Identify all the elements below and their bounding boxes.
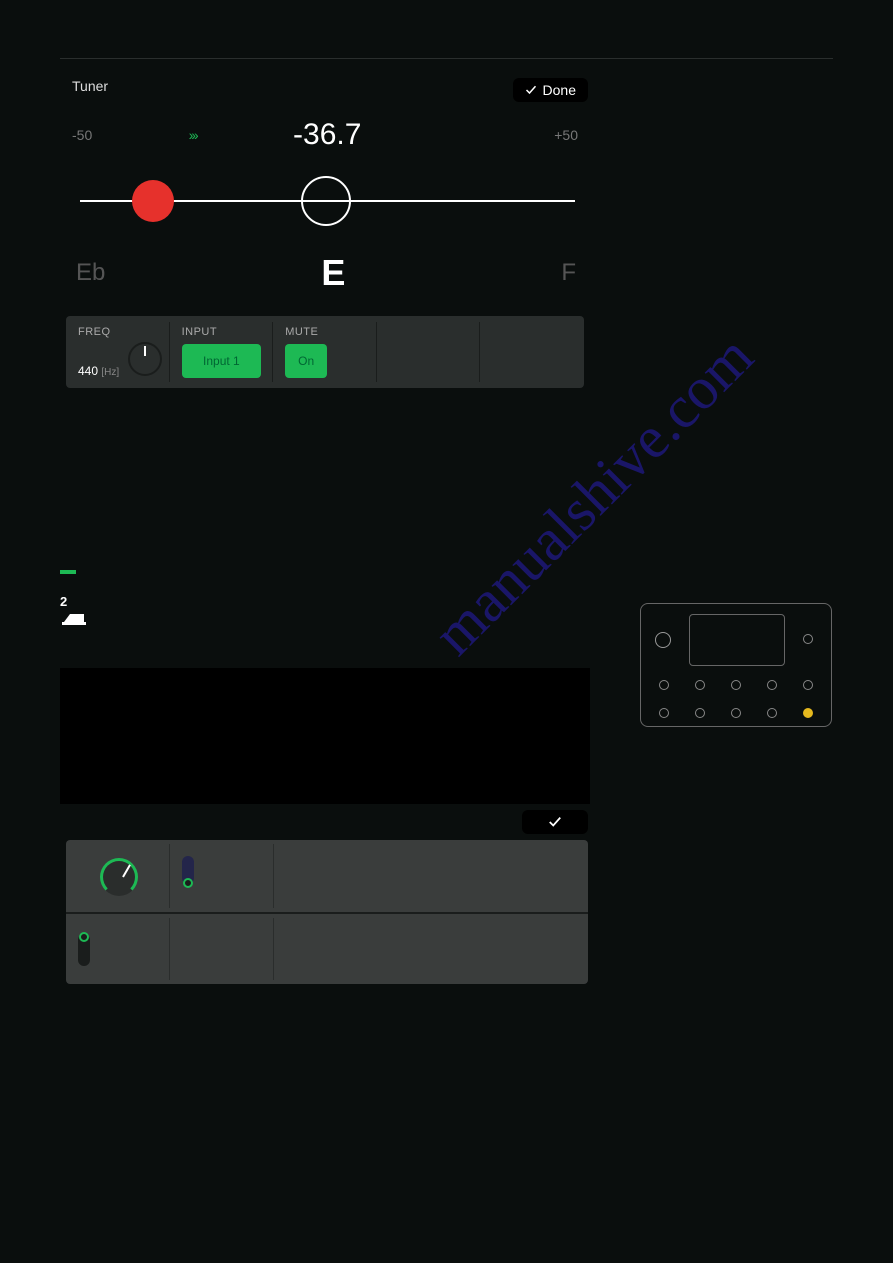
device-footswitch-6 bbox=[659, 708, 669, 718]
tuner-center-marker bbox=[301, 176, 351, 226]
controls-panel: FREQ 440 [Hz] INPUT Input 1 MUTE On bbox=[66, 316, 584, 388]
input-control[interactable]: INPUT Input 1 bbox=[170, 316, 274, 388]
divider bbox=[60, 58, 833, 59]
freq-label: FREQ bbox=[78, 326, 158, 338]
device-footswitch-3 bbox=[731, 680, 741, 690]
freq-value: 440 bbox=[78, 364, 98, 378]
done-button[interactable]: Done bbox=[513, 78, 588, 102]
cents-value: -36.7 bbox=[293, 118, 361, 152]
note-next: F bbox=[561, 259, 576, 287]
cents-max: +50 bbox=[554, 127, 578, 143]
cents-min: -50 bbox=[72, 127, 92, 143]
freq-control[interactable]: FREQ 440 [Hz] bbox=[66, 316, 170, 388]
freq-knob-icon[interactable] bbox=[128, 342, 162, 376]
device-footswitch-1 bbox=[659, 680, 669, 690]
device-main-knob bbox=[655, 632, 671, 648]
section-marker bbox=[60, 570, 76, 574]
slider-icon[interactable] bbox=[182, 856, 194, 884]
done-label: Done bbox=[543, 82, 576, 98]
lower-empty-slot bbox=[170, 914, 274, 984]
device-footswitch-5 bbox=[803, 680, 813, 690]
check-icon bbox=[525, 84, 537, 96]
tuner-needle bbox=[132, 180, 174, 222]
device-footswitch-9 bbox=[767, 708, 777, 718]
note-prev: Eb bbox=[76, 259, 105, 287]
device-button bbox=[803, 634, 813, 644]
direction-indicator-icon: ››› bbox=[189, 127, 197, 143]
lower-screen bbox=[60, 668, 590, 804]
input-label: INPUT bbox=[182, 326, 262, 338]
check-icon bbox=[548, 815, 562, 829]
device-footswitch-10-active bbox=[803, 708, 813, 718]
mute-control[interactable]: MUTE On bbox=[273, 316, 377, 388]
note-row: Eb E F bbox=[76, 252, 576, 294]
device-footswitch-8 bbox=[731, 708, 741, 718]
lower-done-button[interactable] bbox=[522, 810, 588, 834]
slider-icon[interactable] bbox=[78, 934, 90, 966]
lower-knob-slot[interactable] bbox=[66, 840, 170, 912]
footswitch-icon bbox=[62, 608, 86, 626]
lower-controls-panel bbox=[66, 840, 588, 984]
device-footswitch-4 bbox=[767, 680, 777, 690]
mute-button[interactable]: On bbox=[285, 344, 327, 378]
note-current: E bbox=[321, 252, 345, 294]
device-footswitch-7 bbox=[695, 708, 705, 718]
freq-unit: [Hz] bbox=[101, 367, 119, 378]
lower-slider-slot-2[interactable] bbox=[66, 914, 170, 984]
device-footswitch-2 bbox=[695, 680, 705, 690]
device-screen bbox=[689, 614, 785, 666]
tuner-readout-row: -50 ››› -36.7 +50 bbox=[72, 118, 578, 152]
knob-icon[interactable] bbox=[100, 858, 138, 896]
input-button[interactable]: Input 1 bbox=[182, 344, 262, 378]
device-diagram bbox=[640, 603, 832, 727]
page-title: Tuner bbox=[72, 78, 108, 94]
lower-slider-slot-1[interactable] bbox=[170, 840, 274, 912]
step-number: 2 bbox=[60, 594, 67, 609]
empty-slot-2 bbox=[480, 316, 584, 388]
mute-label: MUTE bbox=[285, 326, 365, 338]
empty-slot-1 bbox=[377, 316, 481, 388]
